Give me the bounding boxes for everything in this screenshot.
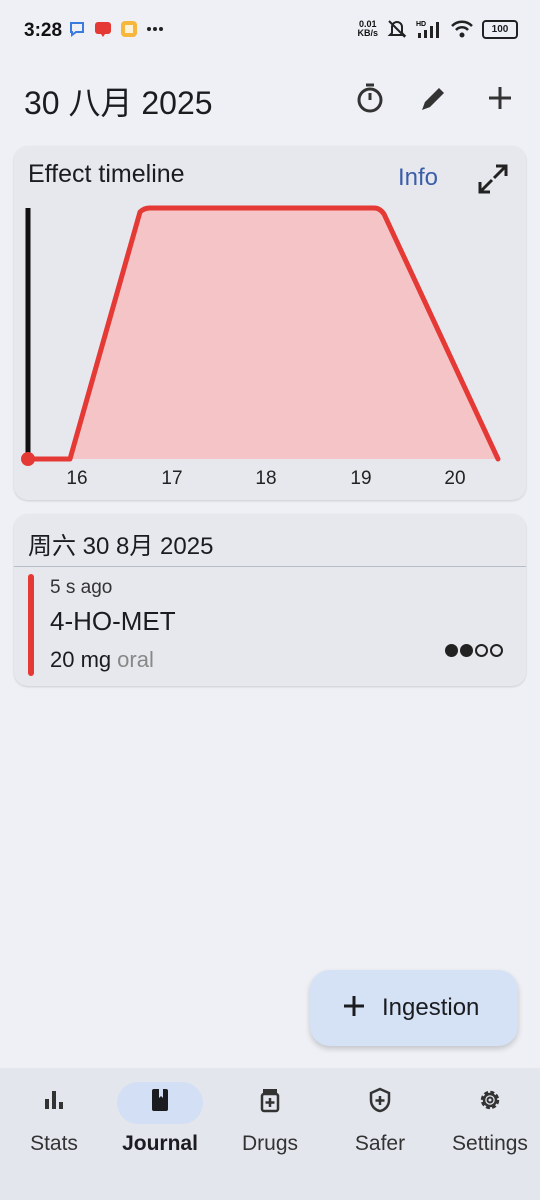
red-app-icon — [95, 22, 111, 37]
nav-item-journal[interactable]: Journal — [106, 1068, 214, 1178]
timer-button[interactable] — [352, 80, 388, 116]
nav-item-stats[interactable]: Stats — [0, 1068, 108, 1178]
bottom-navigation: Stats Journal Drugs Safer Settings — [0, 1068, 540, 1200]
nav-label: Drugs — [241, 1132, 299, 1155]
status-time: 3:28 — [24, 20, 63, 41]
svg-text:HD: HD — [416, 21, 426, 28]
substance-color-bar — [28, 574, 34, 676]
battery-icon: 100 — [482, 19, 518, 39]
bar-chart-icon — [45, 1091, 63, 1109]
x-tick: 20 — [444, 468, 466, 489]
add-icon — [489, 87, 511, 109]
x-tick: 18 — [255, 468, 277, 489]
intensity-dot-filled — [445, 644, 458, 657]
journal-date: 周六 30 8月 2025 — [28, 533, 214, 560]
add-icon — [344, 996, 364, 1016]
add-ingestion-fab[interactable]: Ingestion — [310, 970, 518, 1046]
system-icons: 0.01 KB/s HD 100 — [357, 18, 518, 40]
wifi-icon — [451, 20, 473, 38]
nav-label: Journal — [122, 1132, 198, 1155]
intensity-dot-empty — [475, 644, 488, 657]
signal-icon: HD — [416, 21, 439, 38]
net-speed: 0.01 KB/s — [357, 19, 378, 38]
ingestion-dose-line: 20 mg oral — [50, 647, 154, 673]
ingestion-time: 5 s ago — [50, 577, 113, 598]
gear-icon — [480, 1090, 500, 1110]
fab-label: Ingestion — [382, 994, 480, 1021]
dose: 20 mg — [50, 647, 112, 672]
intensity-dots — [445, 644, 503, 657]
chat-bubble-icon — [70, 22, 84, 37]
page-title: 30 八月 2025 — [24, 85, 213, 121]
intensity-dot-empty — [490, 644, 503, 657]
divider — [14, 566, 526, 567]
x-tick: 19 — [350, 468, 372, 489]
shield-plus-icon — [369, 1087, 391, 1113]
intensity-dot-filled — [460, 644, 473, 657]
book-icon — [152, 1089, 168, 1111]
nav-item-settings[interactable]: Settings — [436, 1068, 540, 1178]
yellow-app-icon — [121, 21, 137, 37]
effect-area — [28, 208, 498, 459]
route: oral — [117, 647, 154, 672]
status-bar: 3:28 0.01 KB/s HD 100 — [0, 0, 540, 64]
nav-label: Safer — [354, 1132, 406, 1155]
edit-icon — [422, 88, 444, 110]
journal-card: 周六 30 8月 2025 5 s ago 4-HO-MET 20 mg oral — [14, 514, 526, 686]
nav-label: Settings — [452, 1132, 528, 1155]
x-tick: 16 — [66, 468, 88, 489]
medicine-icon — [260, 1089, 280, 1113]
x-tick: 17 — [161, 468, 183, 489]
substance-name: 4-HO-MET — [50, 606, 176, 636]
notification-icons — [68, 20, 164, 38]
add-button[interactable] — [482, 80, 518, 116]
timer-icon — [357, 83, 383, 113]
mute-icon — [387, 20, 407, 38]
nav-item-safer[interactable]: Safer — [326, 1068, 434, 1178]
effect-timeline-card[interactable]: Effect timeline Info 16 17 18 19 20 — [14, 146, 526, 500]
ingestion-point — [21, 452, 35, 466]
edit-button[interactable] — [416, 80, 452, 116]
more-dots-icon — [147, 27, 163, 31]
nav-label: Stats — [30, 1132, 78, 1155]
effect-curve — [21, 205, 501, 466]
nav-item-drugs[interactable]: Drugs — [216, 1068, 324, 1178]
